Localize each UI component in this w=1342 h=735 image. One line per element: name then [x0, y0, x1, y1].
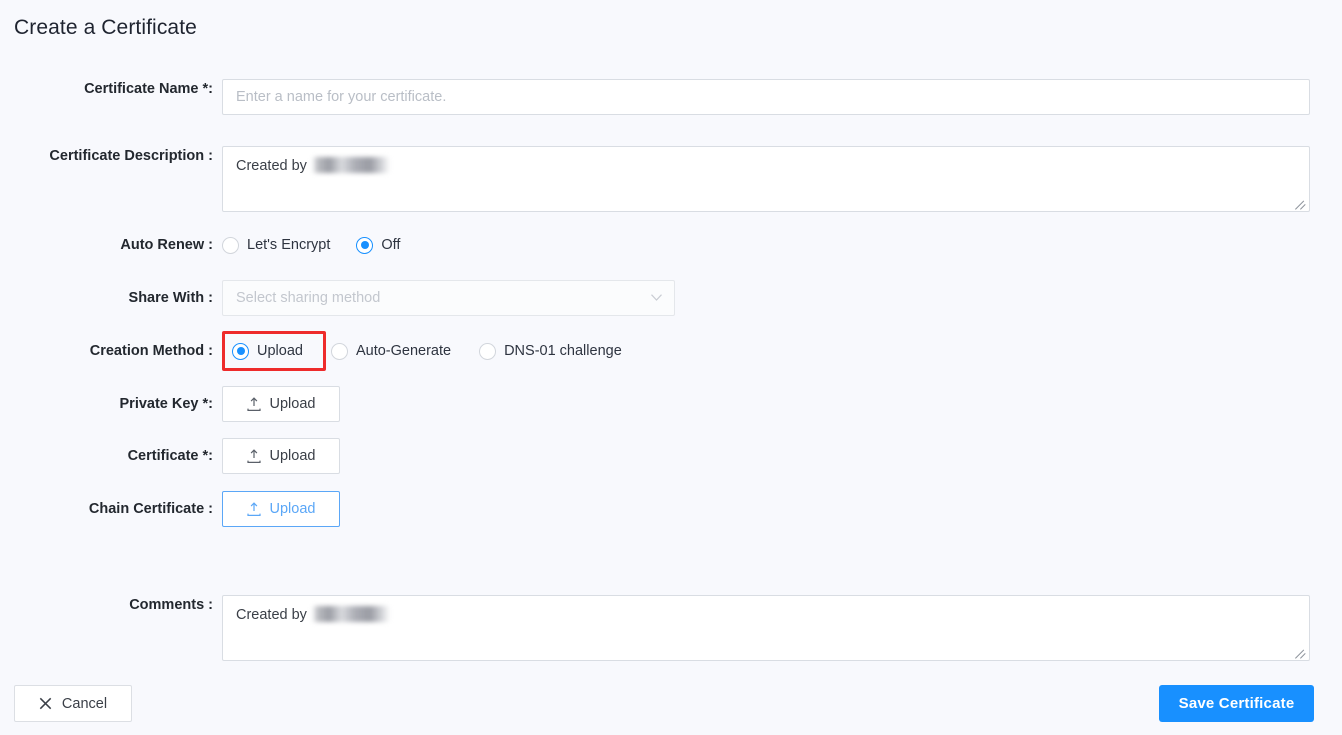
cancel-button[interactable]: Cancel: [14, 685, 132, 722]
certificate-name-field: [222, 79, 1310, 115]
field-row-certificate-description: Certificate Description : Created by: [0, 146, 1310, 212]
upload-icon: [246, 448, 261, 464]
radio-creation-method-dns01[interactable]: DNS-01 challenge: [479, 342, 622, 360]
share-with-field: Select sharing method: [222, 280, 675, 316]
radio-mark-icon: [222, 236, 239, 254]
create-certificate-page: Create a Certificate Certificate Name *:…: [0, 0, 1342, 735]
radio-label: DNS-01 challenge: [504, 343, 622, 359]
certificate-description-label: Certificate Description :: [49, 148, 213, 164]
certificate-upload-label: Upload: [269, 448, 316, 464]
creation-method-field: Upload Auto-Generate DNS-01 challenge: [222, 333, 622, 369]
chain-certificate-label: Chain Certificate :: [88, 501, 213, 517]
save-certificate-button[interactable]: Save Certificate: [1159, 685, 1314, 722]
private-key-field: Upload: [222, 386, 340, 422]
radio-mark-icon: [356, 236, 374, 254]
comments-text: Created by: [236, 605, 390, 625]
radio-label: Off: [381, 237, 401, 253]
field-row-auto-renew: Auto Renew : Let's Encrypt Off: [0, 227, 400, 263]
auto-renew-radio-group: Let's Encrypt Off: [222, 227, 400, 263]
radio-mark-icon: [479, 342, 497, 360]
field-row-chain-certificate: Chain Certificate : Upload: [0, 491, 340, 527]
radio-mark-icon: [330, 342, 348, 360]
private-key-upload-label: Upload: [269, 396, 316, 412]
radio-auto-renew-lets-encrypt[interactable]: Let's Encrypt: [222, 236, 331, 254]
cancel-button-label: Cancel: [61, 695, 108, 712]
comments-textarea[interactable]: Created by: [222, 595, 1310, 661]
share-with-placeholder: Select sharing method: [236, 290, 381, 306]
field-row-private-key: Private Key *: Upload: [0, 386, 340, 422]
certificate-description-value: Created by: [236, 158, 307, 174]
field-row-comments: Comments : Created by: [0, 595, 1310, 661]
auto-renew-field: Let's Encrypt Off: [222, 227, 400, 263]
field-row-certificate: Certificate *: Upload: [0, 438, 340, 474]
auto-renew-label: Auto Renew :: [120, 237, 213, 253]
comments-label: Comments :: [129, 597, 213, 613]
radio-creation-method-auto-generate[interactable]: Auto-Generate: [330, 342, 452, 360]
chain-certificate-upload-button[interactable]: Upload: [222, 491, 340, 527]
page-title: Create a Certificate: [14, 16, 197, 39]
textarea-resize-handle[interactable]: [1295, 646, 1307, 659]
share-with-label: Share With :: [128, 290, 213, 306]
certificate-description-text: Created by: [236, 156, 390, 176]
radio-label: Upload: [257, 343, 303, 359]
comments-field: Created by: [222, 595, 1310, 661]
radio-auto-renew-off[interactable]: Off: [356, 236, 401, 254]
upload-icon: [246, 501, 261, 517]
textarea-resize-handle[interactable]: [1295, 197, 1307, 210]
share-with-select[interactable]: Select sharing method: [222, 280, 675, 316]
private-key-upload-button[interactable]: Upload: [222, 386, 340, 422]
certificate-description-field: Created by: [222, 146, 1310, 212]
certificate-name-label: Certificate Name *:: [84, 81, 213, 97]
certificate-field: Upload: [222, 438, 340, 474]
redacted-name-blur: [311, 606, 390, 622]
certificate-description-textarea[interactable]: Created by: [222, 146, 1310, 212]
chevron-down-icon: [651, 294, 662, 301]
comments-value: Created by: [236, 607, 307, 623]
chain-certificate-upload-label: Upload: [269, 501, 316, 517]
radio-mark-icon: [232, 342, 249, 360]
radio-label: Auto-Generate: [355, 343, 452, 359]
upload-icon: [246, 396, 261, 412]
private-key-label: Private Key *:: [119, 396, 214, 412]
certificate-upload-button[interactable]: Upload: [222, 438, 340, 474]
chain-certificate-field: Upload: [222, 491, 340, 527]
certificate-name-input[interactable]: [222, 79, 1310, 115]
radio-creation-method-upload[interactable]: Upload: [232, 342, 303, 360]
radio-label: Let's Encrypt: [247, 237, 331, 253]
creation-method-radio-group: Upload Auto-Generate DNS-01 challenge: [222, 333, 622, 369]
close-x-icon: [39, 697, 52, 710]
field-row-certificate-name: Certificate Name *:: [0, 79, 1310, 115]
certificate-label: Certificate *:: [127, 448, 213, 464]
field-row-creation-method: Creation Method : Upload Auto-Generate D…: [0, 333, 622, 369]
redacted-name-blur: [311, 157, 390, 173]
creation-method-label: Creation Method :: [89, 343, 213, 359]
field-row-share-with: Share With : Select sharing method: [0, 280, 675, 316]
